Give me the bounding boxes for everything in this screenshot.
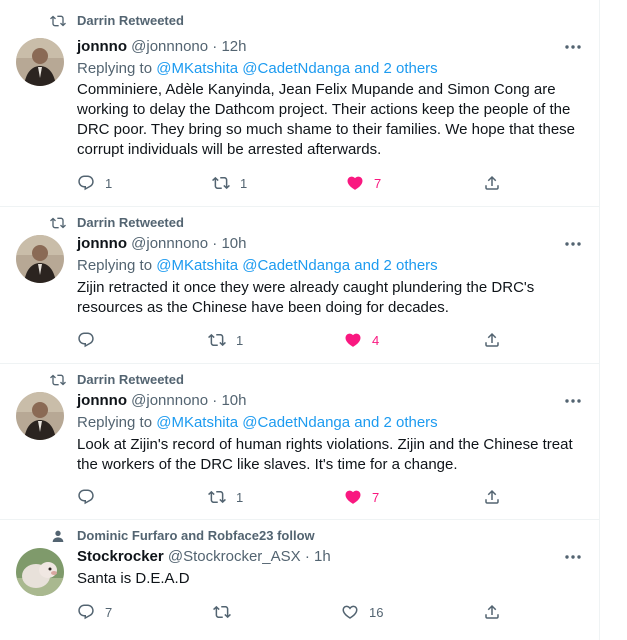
tweet[interactable]: Darrin Retweeted jonnno @jonnnono · 12h …: [0, 0, 600, 207]
retweet-button[interactable]: [213, 602, 241, 622]
retweet-button[interactable]: 1: [208, 487, 243, 507]
share-button[interactable]: [483, 330, 501, 350]
author-handle[interactable]: @jonnnono: [131, 392, 208, 409]
author-name[interactable]: jonnno: [77, 392, 127, 409]
reply-icon: [78, 332, 94, 348]
tweet-timestamp[interactable]: 10h: [221, 235, 246, 252]
replying-to: Replying to @MKatshita @CadetNdanga and …: [77, 59, 438, 79]
tweet-timestamp[interactable]: 1h: [314, 548, 331, 565]
separator-dot: ·: [304, 548, 310, 565]
reply-icon: [78, 489, 94, 505]
tweet-actions: 1 7: [0, 487, 600, 507]
share-icon: [485, 332, 499, 347]
retweet-button[interactable]: 1: [208, 330, 243, 350]
more-options-icon[interactable]: [563, 39, 583, 55]
replying-to-label: Replying to: [77, 414, 153, 431]
reply-button[interactable]: 7: [77, 602, 112, 622]
share-button[interactable]: [483, 602, 501, 622]
more-options-icon[interactable]: [563, 393, 583, 409]
retweet-icon: [208, 333, 226, 347]
heart-outline-icon: [342, 605, 358, 619]
share-icon: [485, 175, 499, 190]
social-context-text[interactable]: Darrin Retweeted: [77, 372, 184, 388]
tweet-actions: 7 16: [0, 602, 600, 622]
like-button[interactable]: 4: [344, 330, 379, 350]
tweet-text: Look at Zijin's record of human rights v…: [77, 436, 573, 473]
tweet-timestamp[interactable]: 12h: [221, 38, 246, 55]
like-count: 16: [369, 604, 384, 620]
tweet[interactable]: Darrin Retweeted jonnno @jonnnono · 10h …: [0, 207, 600, 364]
heart-filled-icon: [347, 176, 363, 190]
retweet-icon: [208, 490, 226, 504]
tweet[interactable]: Darrin Retweeted jonnno @jonnnono · 10h …: [0, 364, 600, 520]
reply-count: 7: [105, 604, 113, 620]
share-icon: [485, 489, 499, 504]
avatar[interactable]: [16, 235, 64, 283]
retweet-icon: [213, 605, 231, 619]
author-handle[interactable]: @jonnnono: [131, 38, 208, 55]
like-button[interactable]: 7: [344, 487, 379, 507]
social-context: Darrin Retweeted: [0, 13, 600, 29]
author-name[interactable]: jonnno: [77, 38, 127, 55]
reply-count: 1: [105, 175, 113, 191]
reply-button[interactable]: [77, 330, 105, 350]
avatar[interactable]: [16, 38, 64, 86]
like-button[interactable]: 7: [346, 173, 381, 193]
like-button[interactable]: 16: [341, 602, 383, 622]
share-button[interactable]: [483, 173, 501, 193]
retweet-count: 1: [236, 489, 244, 505]
social-context-text[interactable]: Darrin Retweeted: [77, 215, 184, 231]
more-options-icon[interactable]: [563, 236, 583, 252]
replying-to-mentions[interactable]: @MKatshita @CadetNdanga and 2 others: [156, 414, 437, 431]
social-context-text[interactable]: Dominic Furfaro and Robface23 follow: [77, 528, 315, 544]
retweet-button[interactable]: 1: [212, 173, 247, 193]
retweet-icon: [50, 15, 66, 27]
reply-button[interactable]: 1: [77, 173, 112, 193]
separator-dot: ·: [212, 38, 218, 55]
replying-to-mentions[interactable]: @MKatshita @CadetNdanga and 2 others: [156, 257, 437, 274]
retweet-count: 1: [240, 175, 248, 191]
tweet-actions: 1 4: [0, 330, 600, 350]
replying-to-label: Replying to: [77, 257, 153, 274]
replying-to-mentions[interactable]: @MKatshita @CadetNdanga and 2 others: [156, 60, 437, 77]
replying-to: Replying to @MKatshita @CadetNdanga and …: [77, 256, 438, 276]
separator-dot: ·: [212, 392, 218, 409]
share-icon: [485, 604, 499, 619]
replying-to: Replying to @MKatshita @CadetNdanga and …: [77, 413, 438, 433]
tweet-text: Santa is D.E.A.D: [77, 570, 190, 587]
social-context: Darrin Retweeted: [0, 372, 600, 388]
heart-filled-icon: [345, 490, 361, 504]
like-count: 7: [372, 489, 380, 505]
author-handle[interactable]: @jonnnono: [131, 235, 208, 252]
author-handle[interactable]: @Stockrocker_ASX: [168, 548, 301, 565]
tweet-actions: 1 1 7: [0, 173, 600, 193]
reply-icon: [78, 175, 94, 191]
timeline-feed: Darrin Retweeted jonnno @jonnnono · 12h …: [0, 0, 600, 640]
heart-filled-icon: [345, 333, 361, 347]
tweet-text: Comminiere, Adèle Kanyinda, Jean Felix M…: [77, 81, 576, 158]
more-options-icon[interactable]: [563, 549, 583, 565]
reply-icon: [78, 604, 94, 620]
separator-dot: ·: [212, 235, 218, 252]
like-count: 7: [374, 175, 382, 191]
avatar[interactable]: [16, 392, 64, 440]
author-name[interactable]: Stockrocker: [77, 548, 164, 565]
social-context: Dominic Furfaro and Robface23 follow: [0, 528, 600, 544]
retweet-count: 1: [236, 332, 244, 348]
retweet-icon: [212, 176, 230, 190]
person-icon: [52, 530, 64, 542]
tweet[interactable]: Dominic Furfaro and Robface23 follow Sto…: [0, 520, 600, 640]
like-count: 4: [372, 332, 380, 348]
tweet-timestamp[interactable]: 10h: [221, 392, 246, 409]
share-button[interactable]: [483, 487, 501, 507]
author-name[interactable]: jonnno: [77, 235, 127, 252]
reply-button[interactable]: [77, 487, 105, 507]
social-context-text[interactable]: Darrin Retweeted: [77, 13, 184, 29]
retweet-icon: [50, 217, 66, 229]
avatar[interactable]: [16, 548, 64, 596]
retweet-icon: [50, 374, 66, 386]
social-context: Darrin Retweeted: [0, 215, 600, 231]
replying-to-label: Replying to: [77, 60, 153, 77]
tweet-text: Zijin retracted it once they were alread…: [77, 279, 535, 316]
